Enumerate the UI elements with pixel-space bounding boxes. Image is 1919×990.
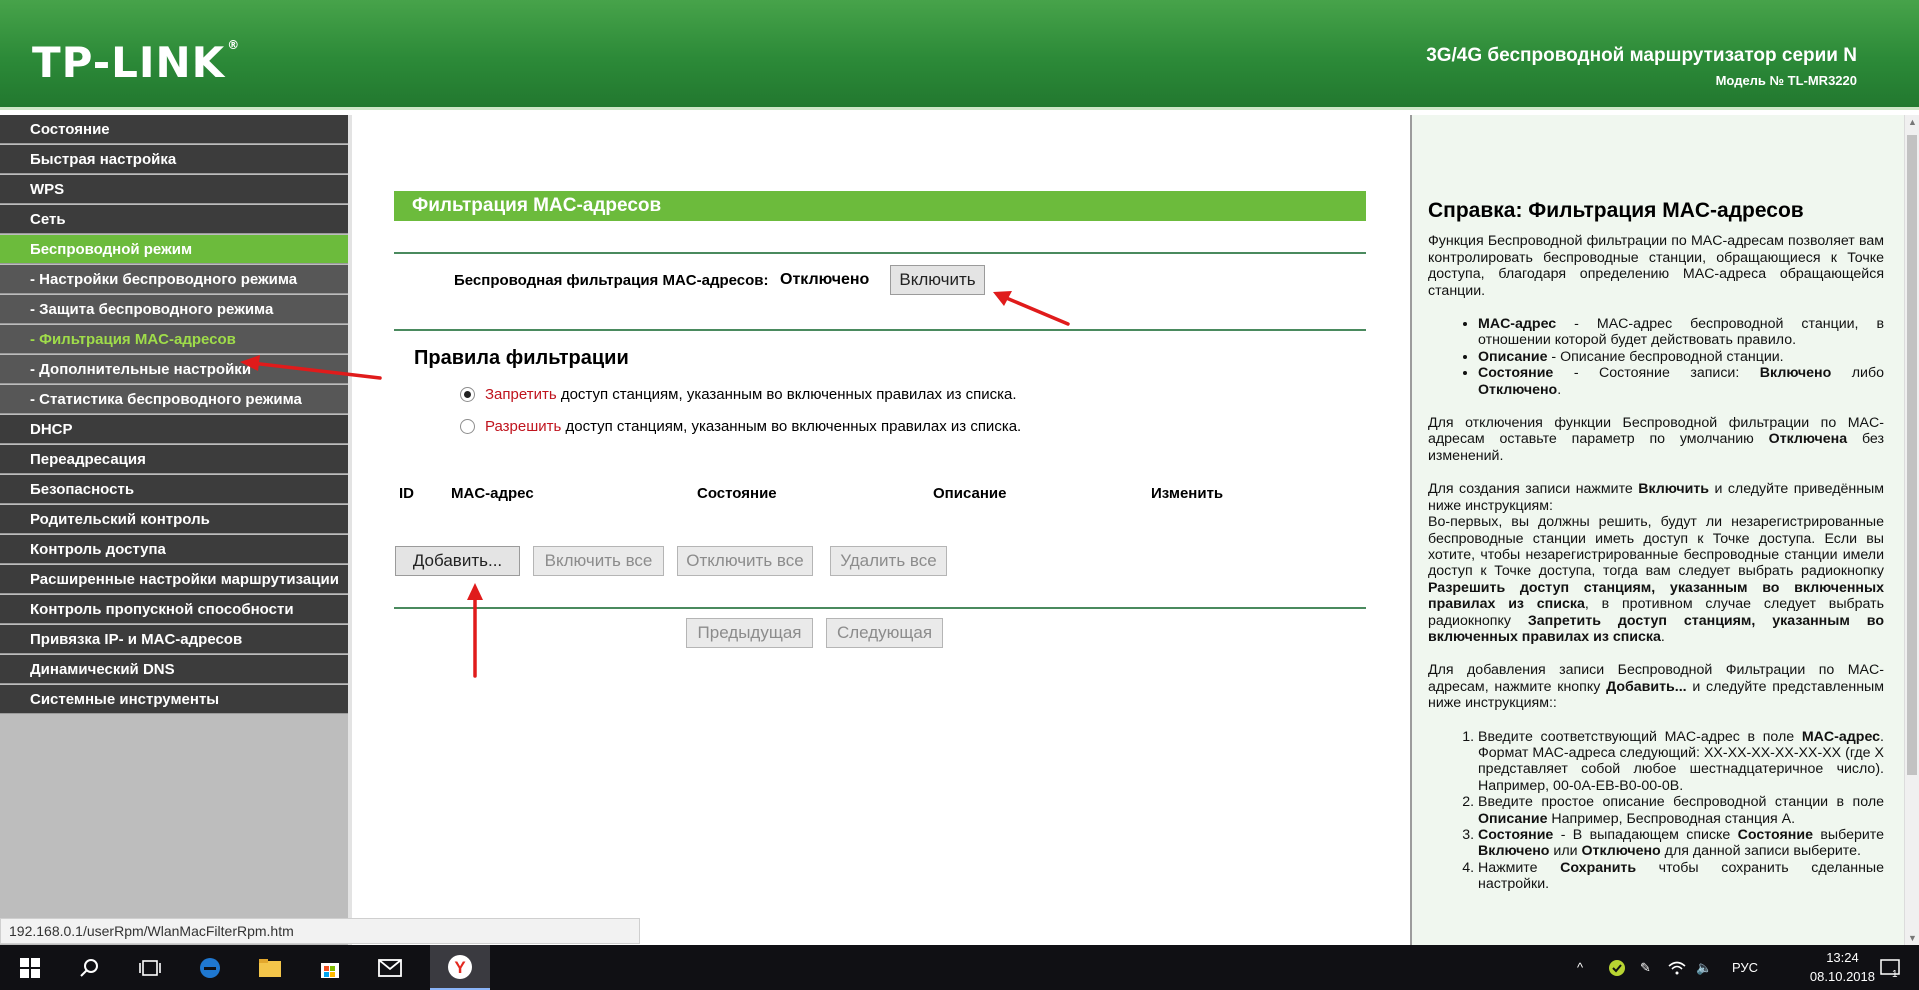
- header-banner: TP-LINK ® 3G/4G беспроводной маршрутизато…: [0, 0, 1919, 110]
- wifi-icon[interactable]: [1668, 945, 1686, 990]
- rule-deny-radio[interactable]: [460, 386, 475, 402]
- main-content: Фильтрация MAC-адресов Беспроводная филь…: [356, 115, 1410, 945]
- menu-item-dynamic-dns[interactable]: Динамический DNS: [0, 655, 348, 684]
- help-title: Справка: Фильтрация MAC-адресов: [1428, 199, 1804, 222]
- scroll-thumb[interactable]: [1907, 135, 1917, 775]
- disable-all-button[interactable]: Отключить все: [677, 546, 813, 576]
- mail-icon[interactable]: [360, 945, 420, 990]
- menu-item-quick-setup[interactable]: Быстрая настройка: [0, 145, 348, 174]
- menu-item-wireless-statistics[interactable]: - Статистика беспроводного режима: [0, 385, 348, 414]
- rule-allow-word: Разрешить: [485, 418, 562, 435]
- menu-item-wps[interactable]: WPS: [0, 175, 348, 204]
- windows-start-icon[interactable]: [0, 945, 60, 990]
- mac-filter-status: Отключено: [780, 271, 870, 288]
- show-hidden-icons[interactable]: ^: [1577, 945, 1583, 990]
- svg-text:Y: Y: [454, 958, 466, 977]
- help-field-mac: MAC-адрес - MAC-адрес беспроводной станц…: [1478, 316, 1884, 349]
- help-step-4: Нажмите Сохранить чтобы сохранить сделан…: [1478, 860, 1884, 893]
- add-button[interactable]: Добавить...: [395, 546, 520, 576]
- divider: [394, 329, 1366, 331]
- menu-item-security[interactable]: Безопасность: [0, 475, 348, 504]
- store-icon[interactable]: [300, 945, 360, 990]
- help-steps: Введите соответствующий MAC-адрес в поле…: [1428, 729, 1884, 893]
- menu-item-dhcp[interactable]: DHCP: [0, 415, 348, 444]
- scroll-down-icon[interactable]: ▼: [1905, 933, 1919, 943]
- menu-item-wireless-security[interactable]: - Защита беспроводного режима: [0, 295, 348, 324]
- menu-item-wireless[interactable]: Беспроводной режим: [0, 235, 348, 264]
- menu-item-wireless-advanced[interactable]: - Дополнительные настройки: [0, 355, 348, 384]
- menu-item-status[interactable]: Состояние: [0, 115, 348, 144]
- tp-link-logo: TP-LINK ®: [32, 38, 241, 87]
- edge-browser-icon[interactable]: [180, 945, 240, 990]
- scroll-up-icon[interactable]: ▲: [1905, 117, 1919, 127]
- sidebar-menu: Состояние Быстрая настройка WPS Сеть Бес…: [0, 115, 352, 945]
- help-step-2: Введите простое описание беспроводной ст…: [1478, 794, 1884, 827]
- status-bar-url: 192.168.0.1/userRpm/WlanMacFilterRpm.htm: [0, 918, 640, 944]
- rule-deny-option[interactable]: Запретить доступ станциям, указанным во …: [460, 385, 1017, 405]
- yandex-browser-icon[interactable]: Y: [430, 945, 490, 990]
- help-disable-text: Для отключения функции Беспроводной филь…: [1428, 415, 1885, 464]
- divider: [394, 252, 1366, 254]
- notification-count: 1: [1892, 969, 1898, 980]
- enable-all-button[interactable]: Включить все: [533, 546, 664, 576]
- menu-item-bandwidth-control[interactable]: Контроль пропускной способности: [0, 595, 348, 624]
- help-create-text: Для создания записи нажмите Включить и с…: [1428, 481, 1884, 645]
- next-page-button[interactable]: Следующая: [826, 618, 943, 648]
- previous-page-button[interactable]: Предыдущая: [686, 618, 813, 648]
- notification-center-icon[interactable]: 1: [1880, 945, 1900, 990]
- menu-item-forwarding[interactable]: Переадресация: [0, 445, 348, 474]
- help-field-description: Описание - Описание беспроводной станции…: [1478, 349, 1884, 365]
- security-tray-icon[interactable]: [1608, 945, 1626, 990]
- section-title: Фильтрация MAC-адресов: [394, 191, 1366, 221]
- clock-date: 08.10.2018: [1809, 969, 1875, 984]
- enable-filter-button[interactable]: Включить: [890, 265, 985, 295]
- column-header-mac: MAC-адрес: [451, 485, 534, 502]
- menu-item-ip-mac-binding[interactable]: Привязка IP- и MAC-адресов: [0, 625, 348, 654]
- column-header-modify: Изменить: [1151, 485, 1224, 502]
- menu-item-system-tools[interactable]: Системные инструменты: [0, 685, 348, 714]
- router-title: 3G/4G беспроводной маршрутизатор серии N: [1426, 45, 1857, 66]
- help-field-list: MAC-адрес - MAC-адрес беспроводной станц…: [1428, 316, 1884, 398]
- task-view-icon[interactable]: [120, 945, 180, 990]
- divider: [394, 607, 1366, 609]
- menu-item-access-control[interactable]: Контроль доступа: [0, 535, 348, 564]
- rule-allow-option[interactable]: Разрешить доступ станциям, указанным во …: [460, 417, 1021, 437]
- router-model: Модель № TL-MR3220: [1715, 73, 1857, 88]
- menu-item-network[interactable]: Сеть: [0, 205, 348, 234]
- rule-deny-text: доступ станциям, указанным во включенных…: [556, 386, 1017, 403]
- rule-deny-word: Запретить: [485, 386, 557, 403]
- column-header-status: Состояние: [697, 485, 777, 502]
- menu-item-advanced-routing[interactable]: Расширенные настройки маршрутизации: [0, 565, 348, 594]
- help-field-status: Состояние - Состояние записи: Включено л…: [1478, 365, 1884, 398]
- column-header-description: Описание: [933, 485, 1007, 502]
- help-scrollbar[interactable]: ▲ ▼: [1904, 115, 1919, 945]
- menu-item-parental-control[interactable]: Родительский контроль: [0, 505, 348, 534]
- mac-filter-label: Беспроводная фильтрация MAC-адресов:: [454, 272, 769, 289]
- help-intro: Функция Беспроводной фильтрации по MAC-а…: [1428, 233, 1884, 299]
- windows-taskbar: Y ^ ✎ 🔈 РУС 13:24 08.10.2018 1: [0, 945, 1919, 990]
- menu-item-mac-filtering[interactable]: - Фильтрация MAC-адресов: [0, 325, 348, 354]
- menu-item-wireless-settings[interactable]: - Настройки беспроводного режима: [0, 265, 348, 294]
- column-header-id: ID: [399, 485, 414, 502]
- delete-all-button[interactable]: Удалить все: [830, 546, 947, 576]
- volume-icon[interactable]: 🔈: [1696, 945, 1712, 990]
- help-add-text: Для добавления записи Беспроводной Фильт…: [1428, 662, 1884, 712]
- help-step-1: Введите соответствующий MAC-адрес в поле…: [1478, 729, 1884, 795]
- rule-allow-text: доступ станциям, указанным во включенных…: [561, 418, 1022, 435]
- pen-tray-icon[interactable]: ✎: [1640, 945, 1651, 990]
- clock-time: 13:24: [1826, 950, 1859, 965]
- rule-allow-radio[interactable]: [460, 418, 475, 434]
- help-panel: Справка: Фильтрация MAC-адресов Функция …: [1410, 115, 1904, 945]
- language-indicator[interactable]: РУС: [1732, 945, 1758, 990]
- help-step-3: Состояние - В выпадающем списке Состояни…: [1478, 827, 1884, 860]
- search-icon[interactable]: [60, 945, 120, 990]
- rules-title: Правила фильтрации: [414, 347, 629, 369]
- clock[interactable]: 13:24 08.10.2018: [1810, 948, 1875, 986]
- file-explorer-icon[interactable]: [240, 945, 300, 990]
